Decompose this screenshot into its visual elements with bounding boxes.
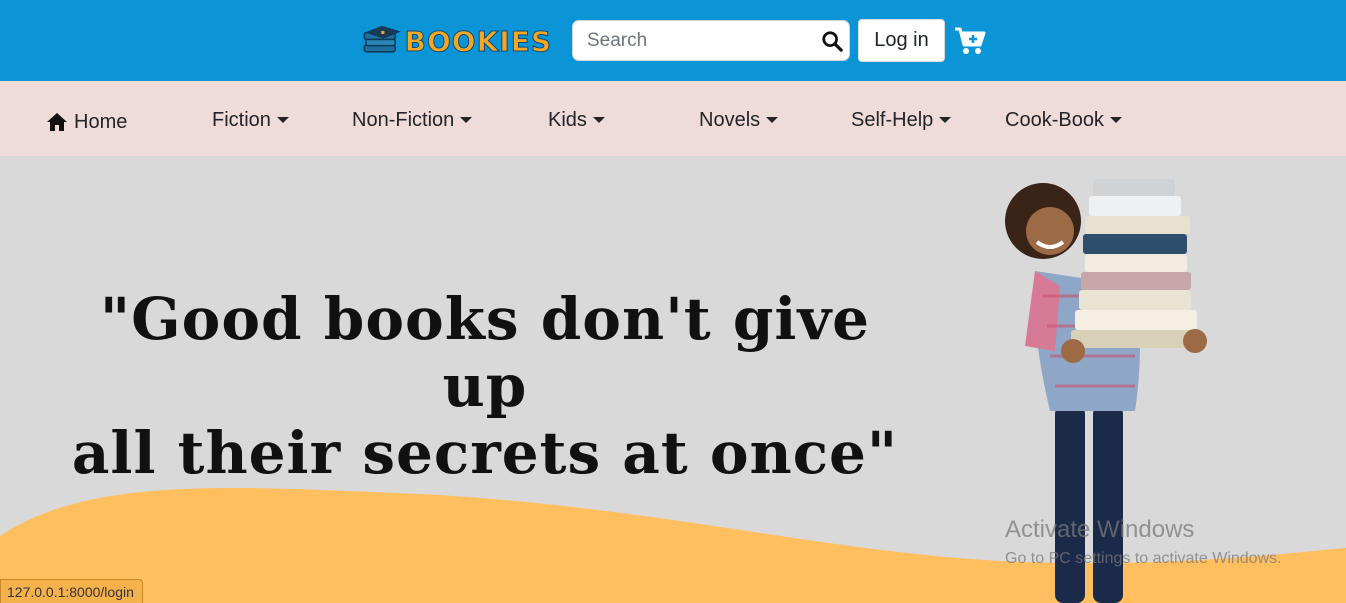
cart-plus-icon[interactable] xyxy=(954,26,986,56)
search-bar xyxy=(572,20,850,61)
status-bar-url: 127.0.0.1:8000/login xyxy=(0,579,143,603)
watermark-subtitle: Go to PC settings to activate Windows. xyxy=(1005,550,1282,567)
nav-fiction-label: Fiction xyxy=(212,108,271,131)
nav-kids-label: Kids xyxy=(548,108,587,131)
nav-self-help[interactable]: Self-Help xyxy=(851,108,952,132)
login-button[interactable]: Log in xyxy=(858,19,945,62)
nav-non-fiction-label: Non-Fiction xyxy=(352,108,455,131)
search-input[interactable] xyxy=(573,21,813,60)
windows-activation-watermark: Activate Windows Go to PC settings to ac… xyxy=(1005,516,1282,574)
caret-down-icon xyxy=(592,117,605,123)
hero-quote-line-1: "Good books don't give up xyxy=(99,285,871,420)
caret-down-icon xyxy=(766,117,779,123)
home-icon xyxy=(47,113,67,131)
nav-non-fiction[interactable]: Non-Fiction xyxy=(352,108,473,132)
search-icon[interactable] xyxy=(821,30,843,52)
hero-quote-line-2: all their secrets at once" xyxy=(71,419,899,487)
watermark-title: Activate Windows xyxy=(1005,516,1195,543)
caret-down-icon xyxy=(460,117,473,123)
nav-home[interactable]: Home xyxy=(46,110,127,134)
nav-self-help-label: Self-Help xyxy=(851,108,934,131)
top-header: BOOKIES Log in xyxy=(0,0,1346,81)
nav-cook-book[interactable]: Cook-Book xyxy=(1005,108,1122,132)
hero-banner: "Good books don't give up all their secr… xyxy=(0,156,1346,603)
nav-home-label: Home xyxy=(74,110,128,133)
category-nav: Home Fiction Non-Fiction Kids Novels Sel… xyxy=(0,81,1346,156)
caret-down-icon xyxy=(276,117,289,123)
nav-cook-book-label: Cook-Book xyxy=(1005,108,1104,131)
books-logo-icon xyxy=(363,25,401,53)
nav-fiction[interactable]: Fiction xyxy=(212,108,289,132)
nav-kids[interactable]: Kids xyxy=(548,108,605,132)
caret-down-icon xyxy=(1109,117,1122,123)
brand-logo[interactable]: BOOKIES xyxy=(362,20,552,62)
brand-name: BOOKIES xyxy=(404,24,552,58)
caret-down-icon xyxy=(939,117,952,123)
hero-quote: "Good books don't give up all their secr… xyxy=(60,286,910,487)
nav-novels[interactable]: Novels xyxy=(699,108,779,132)
nav-novels-label: Novels xyxy=(699,108,761,131)
